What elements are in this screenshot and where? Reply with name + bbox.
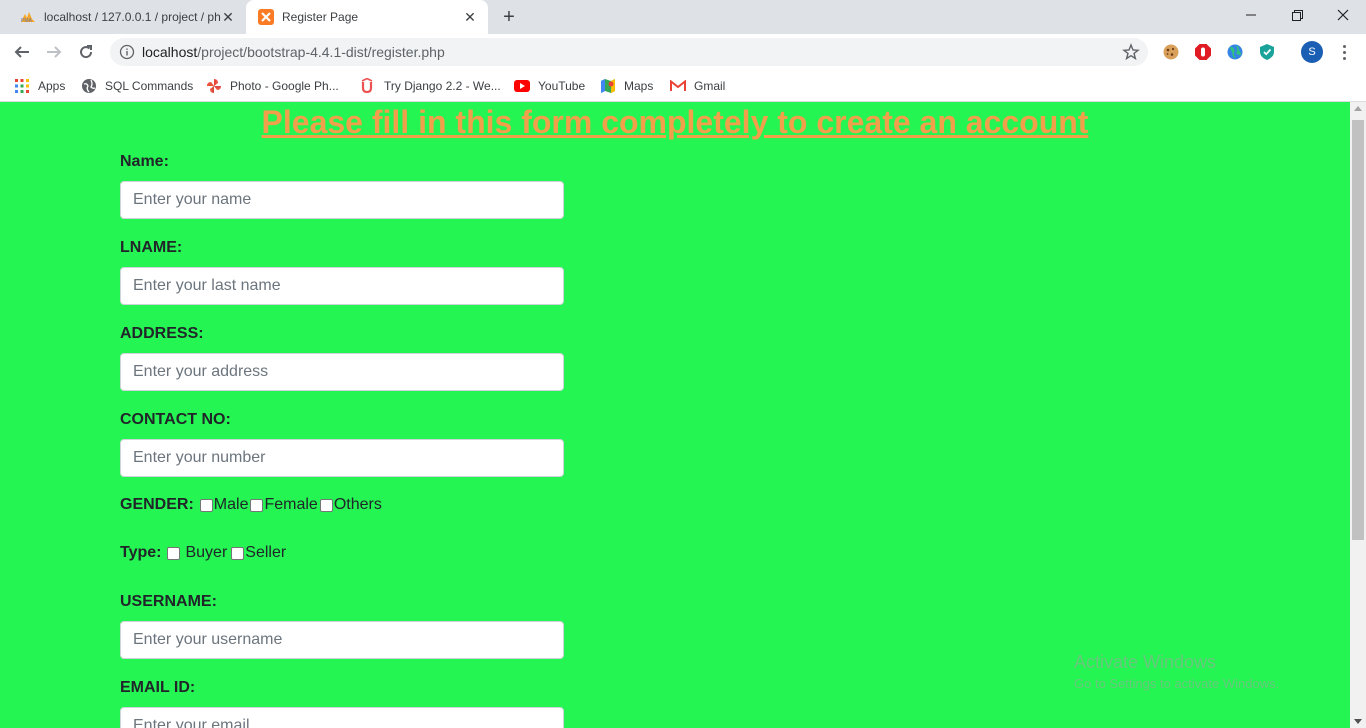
shield-extension-icon[interactable]: [1258, 43, 1276, 61]
phpmyadmin-icon: PMA: [20, 9, 36, 25]
lname-label: LNAME:: [120, 239, 183, 256]
page-heading: Please fill in this form completely to c…: [261, 104, 1089, 140]
type-buyer-label: Buyer: [185, 544, 228, 561]
back-icon[interactable]: [10, 40, 34, 64]
bookmark-label: SQL Commands: [105, 79, 194, 93]
activate-windows-title: Activate Windows: [1074, 652, 1217, 672]
youtube-icon: [514, 78, 530, 94]
scroll-up-icon[interactable]: [1354, 106, 1362, 111]
gender-label: GENDER:: [120, 496, 194, 513]
email-input[interactable]: [120, 707, 564, 728]
xampp-icon: [258, 9, 274, 25]
address-bar[interactable]: localhost/project/bootstrap-4.4.1-dist/r…: [110, 38, 1148, 66]
gmail-icon: [670, 78, 686, 94]
info-icon[interactable]: [119, 44, 135, 60]
bookmark-label: Try Django 2.2 - We...: [384, 79, 501, 93]
adblock-extension-icon[interactable]: [1194, 43, 1212, 61]
bookmark-label: Gmail: [694, 79, 726, 93]
page-content: Please fill in this form completely to c…: [0, 102, 1350, 728]
restore-icon[interactable]: [1274, 0, 1320, 30]
reload-icon[interactable]: [74, 40, 98, 64]
type-seller-label: Seller: [245, 544, 287, 561]
type-label: Type:: [120, 544, 162, 561]
last-name-input[interactable]: [120, 267, 564, 305]
udemy-icon: [360, 78, 376, 94]
gender-male-label: Male: [213, 496, 249, 513]
globe-extension-icon[interactable]: [1226, 43, 1244, 61]
forward-icon[interactable]: [42, 40, 66, 64]
apps-grid-icon: [14, 78, 30, 94]
gender-female-checkbox[interactable]: [250, 498, 264, 512]
username-label: USERNAME:: [120, 593, 217, 610]
bookmark-apps[interactable]: Apps: [14, 76, 65, 96]
page-scrollbar[interactable]: [1350, 102, 1366, 728]
name-label: Name:: [120, 153, 169, 170]
type-seller-checkbox[interactable]: [231, 546, 245, 560]
scrollbar-thumb[interactable]: [1352, 120, 1364, 540]
bookmark-google-photos[interactable]: Photo - Google Ph...: [206, 76, 339, 96]
email-label: EMAIL ID:: [120, 679, 196, 696]
tab-register-page[interactable]: Register Page ✕: [246, 0, 488, 34]
menu-kebab-icon[interactable]: [1334, 42, 1354, 62]
activate-windows-subtitle: Go to Settings to activate Windows.: [1074, 676, 1280, 691]
url-path: /project/bootstrap-4.4.1-dist/register.p…: [197, 44, 445, 60]
bookmarks-bar: Apps SQL Commands Photo - Google Ph... T…: [0, 70, 1366, 102]
browser-toolbar: localhost/project/bootstrap-4.4.1-dist/r…: [0, 34, 1366, 70]
gender-male-checkbox[interactable]: [199, 498, 213, 512]
tab-title: Register Page: [282, 10, 359, 24]
tab-title: localhost / 127.0.0.1 / project / ph: [44, 10, 221, 24]
type-buyer-checkbox[interactable]: [167, 546, 181, 560]
scroll-down-icon[interactable]: [1354, 719, 1362, 724]
bookmark-sql-commands[interactable]: SQL Commands: [81, 76, 193, 96]
bookmark-label: Photo - Google Ph...: [230, 79, 339, 93]
address-label: ADDRESS:: [120, 325, 204, 342]
maps-icon: [600, 78, 616, 94]
address-input[interactable]: [120, 353, 564, 391]
username-input[interactable]: [120, 621, 564, 659]
bookmark-try-django[interactable]: Try Django 2.2 - We...: [360, 76, 501, 96]
close-tab-icon[interactable]: ✕: [462, 9, 478, 25]
contact-label: CONTACT NO:: [120, 411, 231, 428]
contact-number-input[interactable]: [120, 439, 564, 477]
gender-row: GENDER: Male Female Others: [120, 496, 382, 514]
gender-female-label: Female: [264, 496, 318, 513]
bookmark-star-icon[interactable]: [1122, 43, 1140, 61]
close-window-icon[interactable]: [1320, 0, 1366, 30]
gender-others-checkbox[interactable]: [319, 498, 333, 512]
profile-avatar[interactable]: S: [1301, 41, 1323, 63]
name-input[interactable]: [120, 181, 564, 219]
url-text: localhost/project/bootstrap-4.4.1-dist/r…: [142, 44, 445, 60]
gender-others-label: Others: [333, 496, 382, 513]
type-row: Type: Buyer Seller: [120, 544, 286, 562]
bookmark-maps[interactable]: Maps: [600, 76, 653, 96]
tab-strip: PMA localhost / 127.0.0.1 / project / ph…: [0, 0, 1366, 34]
bookmark-label: Apps: [38, 79, 66, 93]
minimize-icon[interactable]: [1228, 0, 1274, 30]
url-host: localhost: [142, 44, 198, 60]
svg-text:PMA: PMA: [21, 18, 33, 23]
new-tab-icon[interactable]: +: [498, 6, 520, 28]
bookmark-label: YouTube: [538, 79, 586, 93]
cookie-extension-icon[interactable]: [1162, 43, 1180, 61]
bookmark-gmail[interactable]: Gmail: [670, 76, 725, 96]
globe-icon: [81, 78, 97, 94]
bookmark-youtube[interactable]: YouTube: [514, 76, 585, 96]
bookmark-label: Maps: [624, 79, 654, 93]
close-tab-icon[interactable]: ✕: [220, 9, 236, 25]
tab-phpmyadmin[interactable]: PMA localhost / 127.0.0.1 / project / ph…: [8, 0, 246, 34]
google-photos-icon: [206, 78, 222, 94]
